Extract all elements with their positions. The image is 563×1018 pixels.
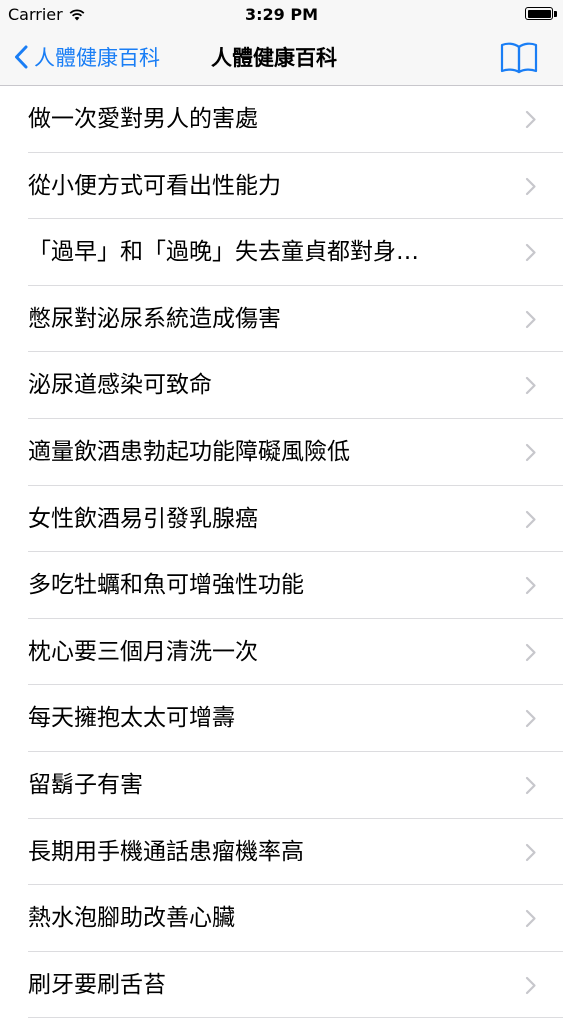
article-list: 做一次愛對男人的害處 從小便方式可看出性能力「過早」和「過晚」失去童貞都對身… 憋尿… <box>0 86 563 1018</box>
list-item-label: 刷牙要刷舌苔 <box>28 971 166 998</box>
back-button[interactable]: 人體健康百科 <box>14 28 160 85</box>
book-icon[interactable] <box>499 40 539 74</box>
list-item-label: 每天擁抱太太可增壽 <box>28 705 235 732</box>
page-title: 人體健康百科 <box>211 45 337 70</box>
chevron-right-icon <box>525 710 536 728</box>
list-item-label: 憋尿對泌尿系統造成傷害 <box>28 305 281 332</box>
chevron-right-icon <box>525 177 536 195</box>
list-item[interactable]: 每天擁抱太太可增壽 <box>0 685 563 752</box>
list-item[interactable]: 憋尿對泌尿系統造成傷害 <box>0 286 563 353</box>
list-item-label: 熱水泡腳助改善心臟 <box>28 905 235 932</box>
list-item-label: 長期用手機通話患瘤機率高 <box>28 838 304 865</box>
list-item[interactable]: 適量飲酒患勃起功能障礙風險低 <box>0 419 563 486</box>
list-item[interactable]: 從小便方式可看出性能力 <box>0 153 563 220</box>
list-item-label: 枕心要三個月清洗一次 <box>28 638 258 665</box>
list-item[interactable]: 留鬍子有害 <box>0 752 563 819</box>
status-bar: Carrier 3:29 PM <box>0 0 563 28</box>
list-item-label: 留鬍子有害 <box>28 771 143 798</box>
list-item-label: 做一次愛對男人的害處 <box>28 106 258 132</box>
chevron-right-icon <box>525 377 536 395</box>
list-item-label: 泌尿道感染可致命 <box>28 372 212 399</box>
chevron-right-icon <box>525 910 536 928</box>
list-item-label: 從小便方式可看出性能力 <box>28 172 281 199</box>
list-item[interactable]: 枕心要三個月清洗一次 <box>0 619 563 686</box>
chevron-right-icon <box>525 843 536 861</box>
list-item[interactable]: 長期用手機通話患瘤機率高 <box>0 819 563 886</box>
chevron-right-icon <box>525 776 536 795</box>
chevron-right-icon <box>525 244 536 262</box>
list-item-label: 多吃牡蠣和魚可增強性功能 <box>28 572 304 599</box>
chevron-right-icon <box>525 510 536 528</box>
list-item[interactable]: 刷牙要刷舌苔 <box>0 952 563 1018</box>
chevron-right-icon <box>525 643 536 661</box>
navigation-bar: 人體健康百科 人體健康百科 <box>0 28 563 86</box>
list-item-label: 女性飲酒易引發乳腺癌 <box>28 505 258 532</box>
list-item[interactable]: 泌尿道感染可致命 <box>0 352 563 419</box>
list-item[interactable]: 做一次愛對男人的害處 <box>0 86 563 153</box>
list-item-label: 適量飲酒患勃起功能障礙風險低 <box>28 438 350 465</box>
list-item[interactable]: 女性飲酒易引發乳腺癌 <box>0 486 563 553</box>
back-button-label: 人體健康百科 <box>34 45 160 70</box>
chevron-right-icon <box>525 110 536 129</box>
list-item[interactable]: 多吃牡蠣和魚可增強性功能 <box>0 552 563 619</box>
battery-tip <box>554 11 557 17</box>
battery-icon <box>525 7 553 20</box>
chevron-right-icon <box>525 577 536 595</box>
chevron-right-icon <box>525 443 536 462</box>
list-item[interactable]: 「過早」和「過晚」失去童貞都對身… <box>0 219 563 286</box>
chevron-left-icon <box>15 45 28 68</box>
list-item[interactable]: 熱水泡腳助改善心臟 <box>0 885 563 952</box>
chevron-right-icon <box>525 310 536 328</box>
list-item-label: 「過早」和「過晚」失去童貞都對身… <box>28 239 419 266</box>
status-time: 3:29 PM <box>244 5 318 24</box>
chevron-right-icon <box>525 976 536 994</box>
